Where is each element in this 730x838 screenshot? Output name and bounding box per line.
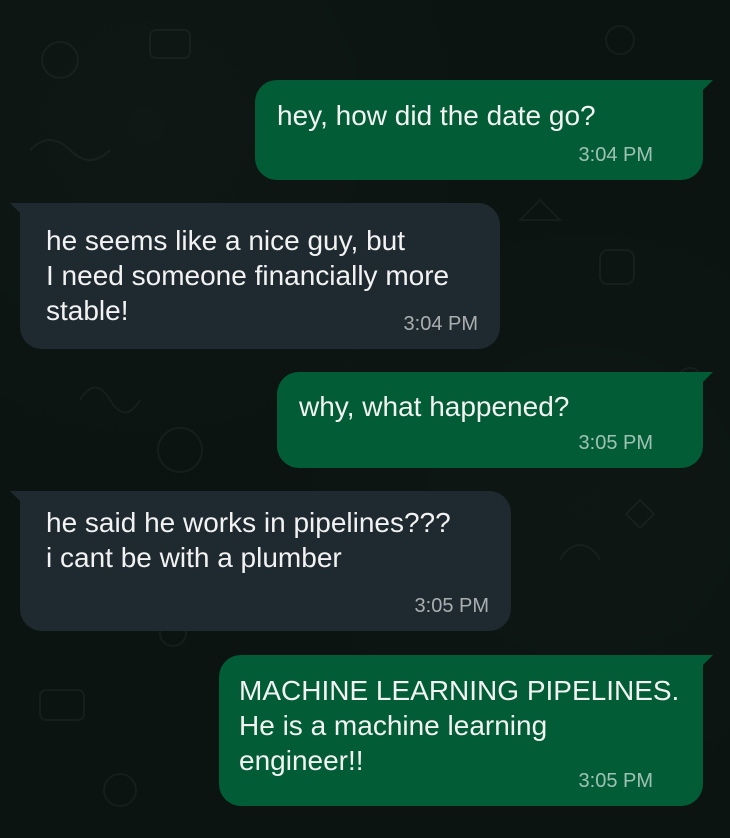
chat-area[interactable]: hey, how did the date go? 3:04 PM he see…: [0, 0, 730, 838]
message-timestamp: 3:05 PM: [578, 432, 653, 454]
message-timestamp: 3:04 PM: [578, 144, 653, 166]
message-text: why, what happened?: [299, 391, 570, 422]
message-text: he said he works in pipelines??? i cant …: [46, 507, 451, 573]
message-timestamp: 3:05 PM: [414, 595, 489, 617]
outgoing-message-bubble[interactable]: why, what happened? 3:05 PM: [277, 372, 713, 468]
incoming-message-bubble[interactable]: he seems like a nice guy, but I need som…: [10, 203, 500, 349]
incoming-message-bubble[interactable]: he said he works in pipelines??? i cant …: [10, 491, 511, 631]
message-text: hey, how did the date go?: [277, 100, 596, 131]
outgoing-message-bubble[interactable]: hey, how did the date go? 3:04 PM: [255, 80, 713, 180]
message-timestamp: 3:04 PM: [403, 313, 478, 335]
outgoing-message-bubble[interactable]: MACHINE LEARNING PIPELINES. He is a mach…: [219, 655, 713, 806]
message-text: he seems like a nice guy, but I need som…: [46, 225, 450, 326]
message-text: MACHINE LEARNING PIPELINES. He is a mach…: [239, 675, 680, 776]
message-timestamp: 3:05 PM: [578, 770, 653, 792]
